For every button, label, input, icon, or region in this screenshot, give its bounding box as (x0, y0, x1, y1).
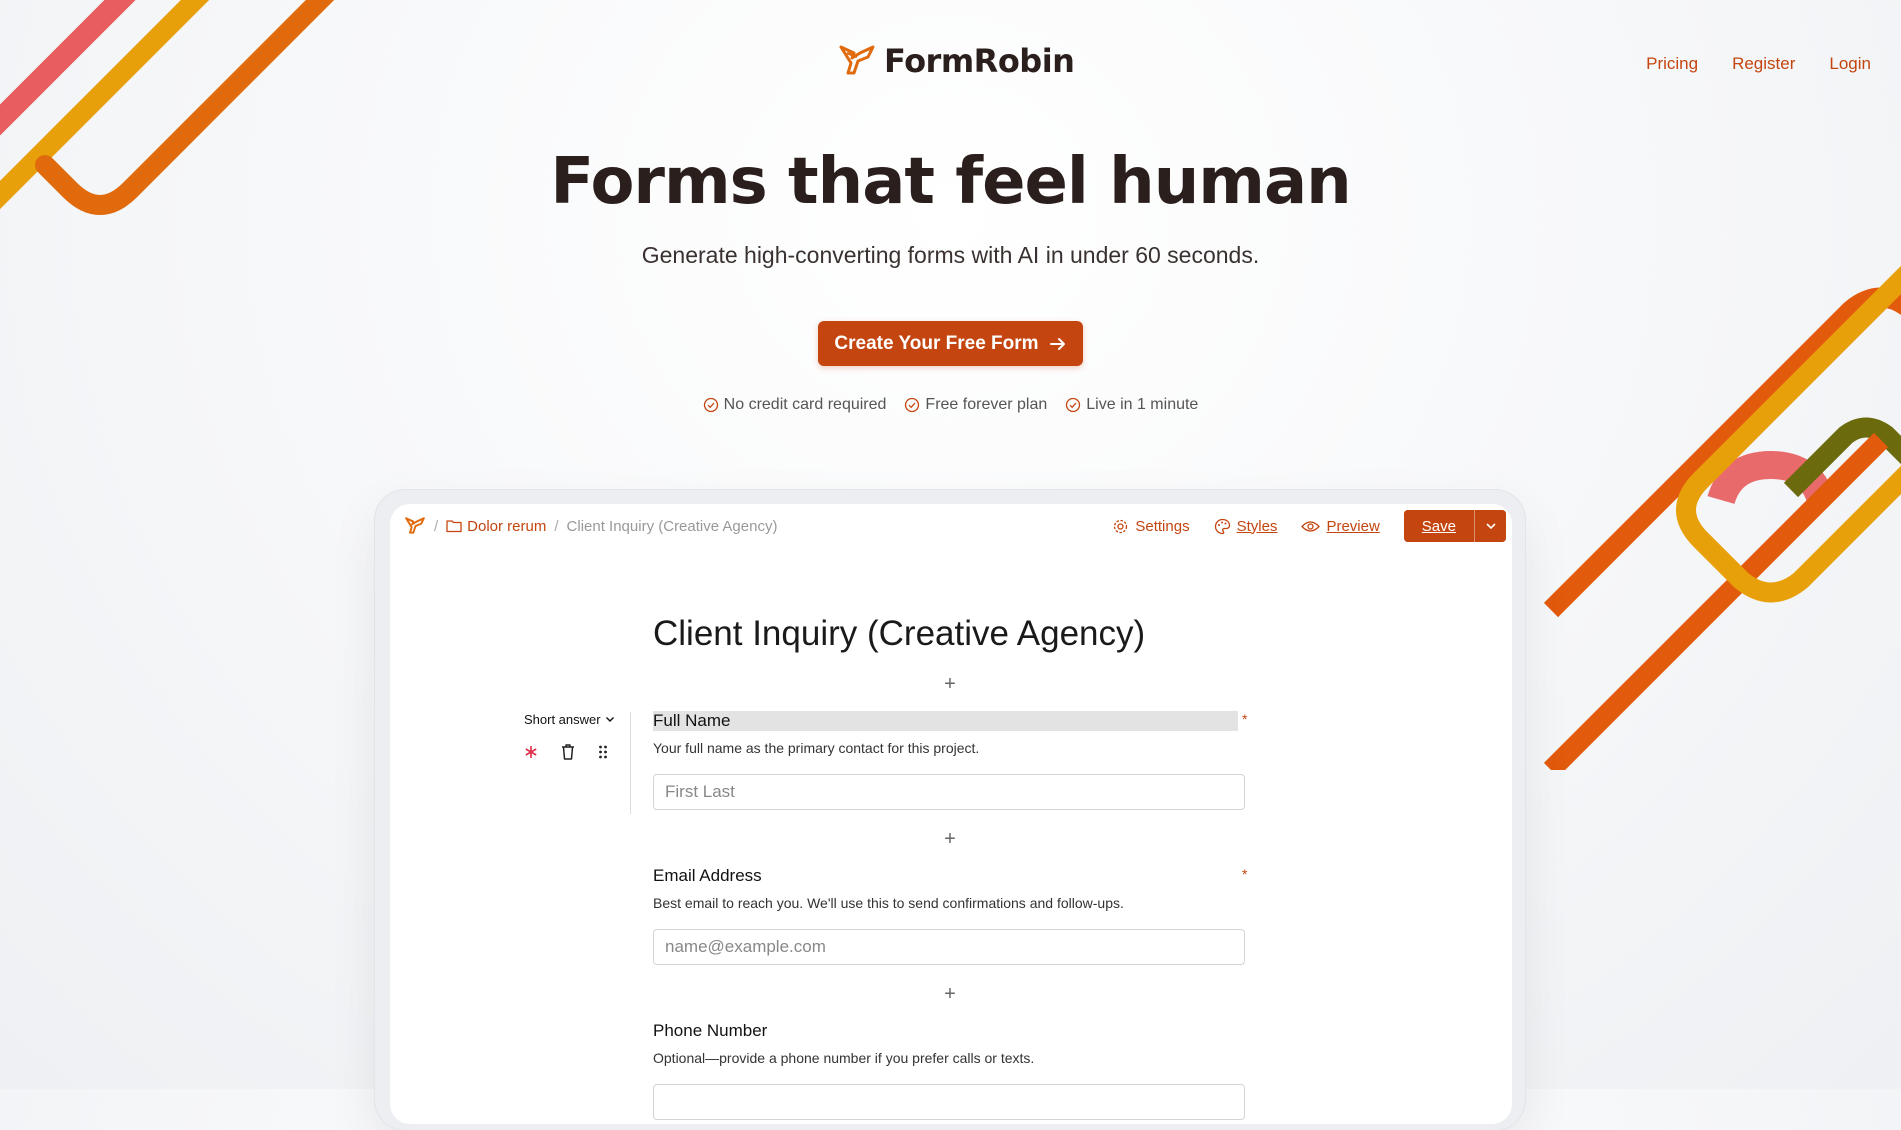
editor-mockup: / Dolor rerum / Client Inquiry (Creative… (390, 504, 1512, 1124)
add-question-button[interactable]: + (940, 984, 960, 1004)
create-free-form-button[interactable]: Create Your Free Form (818, 321, 1083, 366)
field-type-label: Short answer (524, 712, 601, 727)
phone-field[interactable] (653, 1084, 1245, 1120)
field-divider (630, 712, 631, 814)
field-actions (524, 743, 619, 761)
perk-item: Live in 1 minute (1065, 396, 1198, 414)
styles-label: Styles (1236, 517, 1278, 535)
robin-logo-icon (839, 45, 875, 75)
editor-toolbar: / Dolor rerum / Client Inquiry (Creative… (390, 504, 1512, 548)
nav-login-link[interactable]: Login (1829, 54, 1871, 74)
delete-field-button[interactable] (560, 743, 576, 761)
grip-dots-icon (599, 745, 607, 759)
robin-logo-icon[interactable] (404, 516, 426, 536)
arrow-right-icon (1049, 337, 1065, 350)
drag-handle[interactable] (598, 744, 608, 760)
chevron-down-icon (1485, 523, 1496, 530)
eye-icon (1301, 520, 1321, 532)
question-label[interactable]: Email Address (653, 866, 762, 886)
brand-name: FormRobin (884, 42, 1075, 80)
gear-icon (1114, 519, 1128, 533)
add-question-button[interactable]: + (940, 674, 960, 694)
check-circle-icon (1066, 397, 1081, 413)
required-marker: * (1242, 866, 1248, 882)
breadcrumb-folder-label: Dolor rerum (467, 517, 547, 535)
form-title[interactable]: Client Inquiry (Creative Agency) (653, 614, 1145, 654)
breadcrumb-current: Client Inquiry (Creative Agency) (566, 517, 778, 535)
add-question-button[interactable]: + (940, 829, 960, 849)
perk-label: No credit card required (723, 396, 887, 413)
breadcrumb-separator: / (434, 517, 439, 535)
breadcrumb-folder[interactable]: Dolor rerum (446, 518, 546, 535)
asterisk-icon (525, 746, 537, 758)
question-description[interactable]: Best email to reach you. We'll use this … (653, 895, 1124, 911)
required-marker: * (1242, 711, 1248, 727)
settings-label: Settings (1135, 517, 1190, 535)
perk-label: Live in 1 minute (1086, 396, 1199, 413)
palette-icon (1214, 518, 1230, 534)
field-controls: Short answer (524, 712, 619, 761)
hero-subtitle: Generate high-converting forms with AI i… (641, 242, 1260, 268)
folder-icon (446, 520, 462, 533)
required-toggle[interactable] (524, 745, 538, 759)
save-button-group: Save (1403, 510, 1506, 542)
question-label[interactable]: Phone Number (653, 1021, 767, 1041)
preview-button[interactable]: Preview (1301, 517, 1380, 535)
trash-icon (562, 744, 574, 760)
breadcrumb: / Dolor rerum / Client Inquiry (Creative… (404, 516, 777, 536)
perk-label: Free forever plan (925, 396, 1048, 413)
perks-list: No credit card required Free forever pla… (0, 396, 1901, 414)
email-field[interactable] (653, 929, 1245, 965)
chevron-down-icon (605, 717, 614, 722)
check-circle-icon (905, 397, 920, 413)
nav-register-link[interactable]: Register (1732, 54, 1795, 74)
save-options-dropdown[interactable] (1474, 510, 1506, 542)
perk-item: No credit card required (703, 396, 887, 414)
save-button[interactable]: Save (1403, 510, 1474, 542)
cta-label: Create Your Free Form (834, 332, 1039, 354)
question-description[interactable]: Optional—provide a phone number if you p… (653, 1050, 1034, 1066)
question-label-input[interactable]: Full Name (653, 711, 1238, 731)
nav-pricing-link[interactable]: Pricing (1646, 54, 1698, 74)
top-nav: Pricing Register Login (1646, 54, 1871, 74)
logo[interactable]: FormRobin (838, 42, 1075, 80)
breadcrumb-separator: / (554, 517, 559, 535)
settings-button[interactable]: Settings (1112, 517, 1190, 535)
check-circle-icon (703, 397, 718, 413)
styles-button[interactable]: Styles (1214, 517, 1278, 535)
field-type-select[interactable]: Short answer (524, 712, 619, 727)
perk-item: Free forever plan (904, 396, 1047, 414)
editor-tools: Settings Styles Preview Save (1112, 510, 1506, 542)
preview-label: Preview (1326, 517, 1380, 535)
question-description[interactable]: Your full name as the primary contact fo… (653, 740, 979, 756)
full-name-field[interactable] (653, 774, 1245, 810)
hero-title: Forms that feel human (550, 145, 1351, 219)
